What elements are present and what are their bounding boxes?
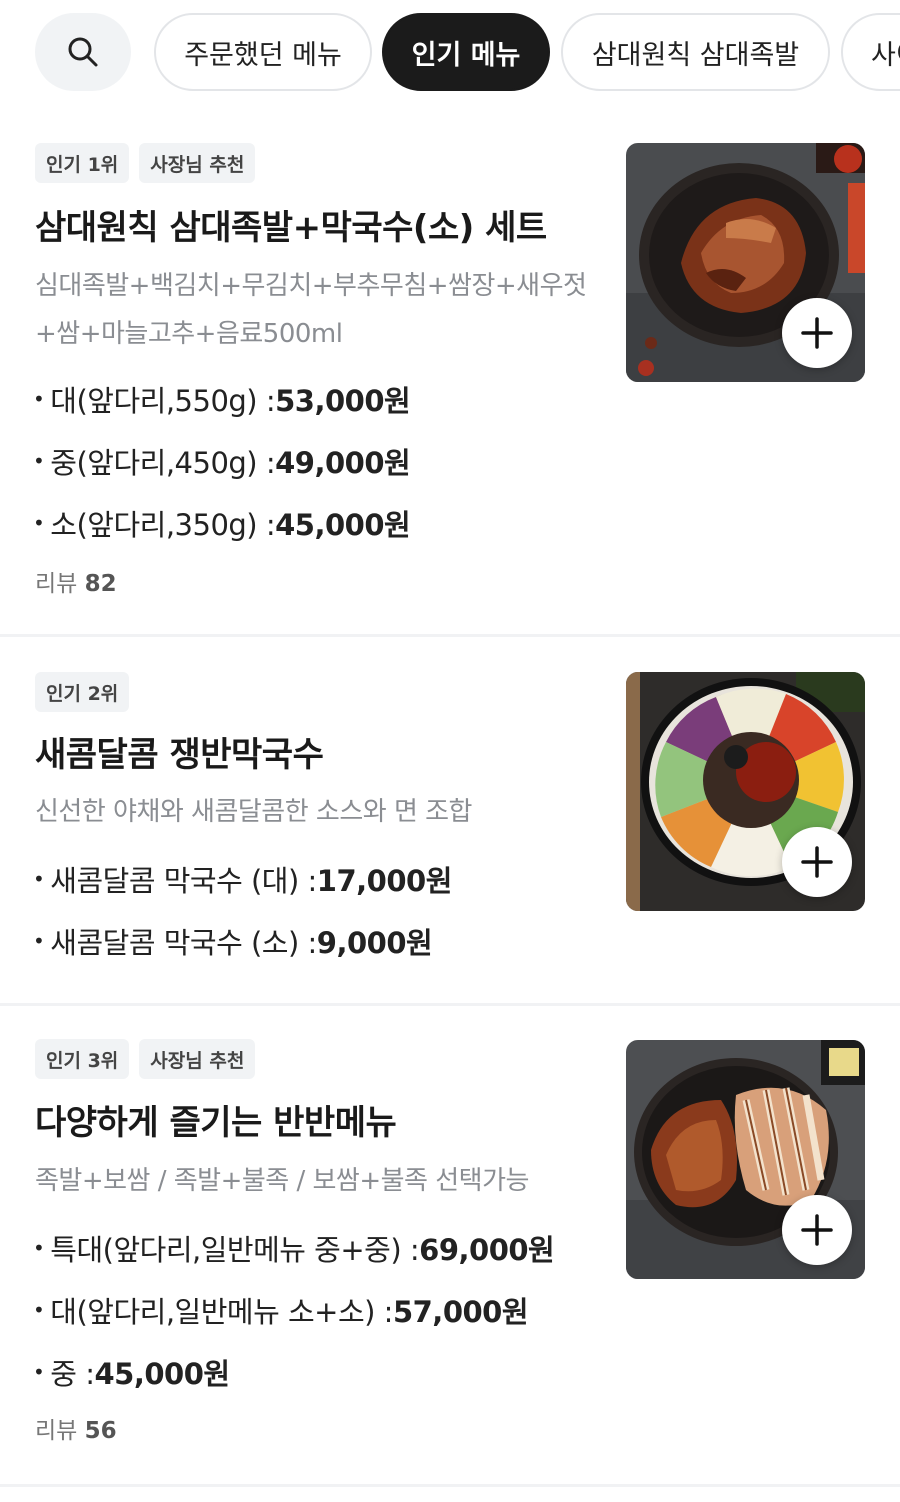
price-value: 57,000원 <box>392 1295 529 1329</box>
search-icon <box>68 37 98 67</box>
bullet-icon: • <box>33 1236 45 1260</box>
price-option-label: 소(앞다리,350g) : <box>50 508 276 542</box>
price-list: • 새콤달콤 막국수 (대) : 17,000원 • 새콤달콤 막국수 (소) : … <box>33 848 452 972</box>
review-label: 리뷰 <box>35 571 78 597</box>
filter-chip-ordered-menu[interactable]: 주문했던 메뉴 <box>154 13 372 91</box>
menu-description: 족발+보쌈 / 족발+불족 / 보쌈+불족 선택가능 <box>35 1166 529 1196</box>
filter-chip-popular-menu[interactable]: 인기 메뉴 <box>382 13 550 91</box>
bullet-icon: • <box>33 1298 45 1322</box>
rank-badge: 인기 2위 <box>35 672 130 712</box>
price-value: 69,000원 <box>419 1233 555 1267</box>
menu-filter-bar: 주문했던 메뉴 인기 메뉴 삼대원칙 삼대족발 사이 <box>0 0 900 112</box>
price-option: • 새콤달콤 막국수 (대) : 17,000원 <box>33 848 452 910</box>
bullet-icon: • <box>33 511 45 535</box>
price-value: 49,000원 <box>275 446 411 480</box>
bullet-icon: • <box>33 867 45 891</box>
price-value: 45,000원 <box>275 508 411 542</box>
rank-badge: 인기 1위 <box>35 143 130 183</box>
owner-recommend-badge: 사장님 추천 <box>139 1039 256 1079</box>
menu-title: 다양하게 즐기는 반반메뉴 <box>35 1103 397 1143</box>
price-option-label: 중 : <box>50 1357 95 1391</box>
plus-icon <box>801 1214 833 1246</box>
bullet-icon: • <box>33 1360 45 1384</box>
review-count: 리뷰 56 <box>35 1411 117 1445</box>
review-number: 56 <box>84 1418 117 1444</box>
price-value: 45,000원 <box>94 1357 230 1391</box>
price-option-label: 새콤달콤 막국수 (대) : <box>50 864 317 898</box>
owner-recommend-badge: 사장님 추천 <box>139 143 256 183</box>
search-button[interactable] <box>35 13 131 91</box>
price-option: • 대(앞다리,일반메뉴 소+소) : 57,000원 <box>33 1279 554 1341</box>
bullet-icon: • <box>33 387 45 411</box>
badge-group: 인기 1위 사장님 추천 <box>35 143 256 183</box>
price-option: • 중 : 45,000원 <box>33 1341 554 1403</box>
price-option-label: 특대(앞다리,일반메뉴 중+중) : <box>50 1233 420 1267</box>
price-option-label: 새콤달콤 막국수 (소) : <box>50 926 317 960</box>
price-option-label: 대(앞다리,일반메뉴 소+소) : <box>50 1295 393 1329</box>
price-option: • 중(앞다리,450g) : 49,000원 <box>33 430 411 492</box>
menu-description: 심대족발+백김치+무김치+부추무침+쌈장+새우젓+쌈+마늘고추+음료500ml <box>35 271 587 349</box>
badge-group: 인기 2위 <box>35 672 130 712</box>
menu-item[interactable]: 인기 2위 새콤달콤 쟁반막국수 신선한 야채와 새콤달콤한 소스와 면 조합 … <box>0 637 900 1003</box>
menu-title: 새콤달콤 쟁반막국수 <box>35 735 324 775</box>
item-divider <box>0 1484 900 1487</box>
review-number: 82 <box>84 571 117 597</box>
plus-icon <box>801 317 833 349</box>
filter-chip-samdae-jokbal[interactable]: 삼대원칙 삼대족발 <box>561 13 830 91</box>
rank-badge: 인기 3위 <box>35 1039 130 1079</box>
menu-item[interactable]: 인기 3위 사장님 추천 다양하게 즐기는 반반메뉴 족발+보쌈 / 족발+불족… <box>0 1006 900 1484</box>
add-to-cart-button[interactable] <box>782 827 852 897</box>
menu-title: 삼대원칙 삼대족발+막국수(소) 세트 <box>35 208 547 248</box>
bullet-icon: • <box>33 449 45 473</box>
price-option: • 소(앞다리,350g) : 45,000원 <box>33 492 411 554</box>
badge-group: 인기 3위 사장님 추천 <box>35 1039 256 1079</box>
price-option: • 새콤달콤 막국수 (소) : 9,000원 <box>33 910 452 972</box>
price-list: • 대(앞다리,550g) : 53,000원 • 중(앞다리,450g) : 49… <box>33 368 411 554</box>
add-to-cart-button[interactable] <box>782 298 852 368</box>
price-option: • 대(앞다리,550g) : 53,000원 <box>33 368 411 430</box>
price-value: 53,000원 <box>275 384 411 418</box>
review-label: 리뷰 <box>35 1418 78 1444</box>
price-option-label: 중(앞다리,450g) : <box>50 446 276 480</box>
filter-chip-side[interactable]: 사이 <box>841 13 900 91</box>
price-list: • 특대(앞다리,일반메뉴 중+중) : 69,000원 • 대(앞다리,일반메뉴 … <box>33 1217 555 1403</box>
menu-item[interactable]: 인기 1위 사장님 추천 삼대원칙 삼대족발+막국수(소) 세트 심대족발+백김… <box>0 112 900 634</box>
price-option: • 특대(앞다리,일반메뉴 중+중) : 69,000원 <box>33 1217 555 1279</box>
menu-description: 신선한 야채와 새콤달콤한 소스와 면 조합 <box>35 797 472 827</box>
price-option-label: 대(앞다리,550g) : <box>50 384 276 418</box>
review-count: 리뷰 82 <box>35 564 117 598</box>
add-to-cart-button[interactable] <box>782 1195 852 1265</box>
bullet-icon: • <box>33 929 45 953</box>
price-value: 9,000원 <box>316 926 433 960</box>
plus-icon <box>801 846 833 878</box>
price-value: 17,000원 <box>316 864 453 898</box>
